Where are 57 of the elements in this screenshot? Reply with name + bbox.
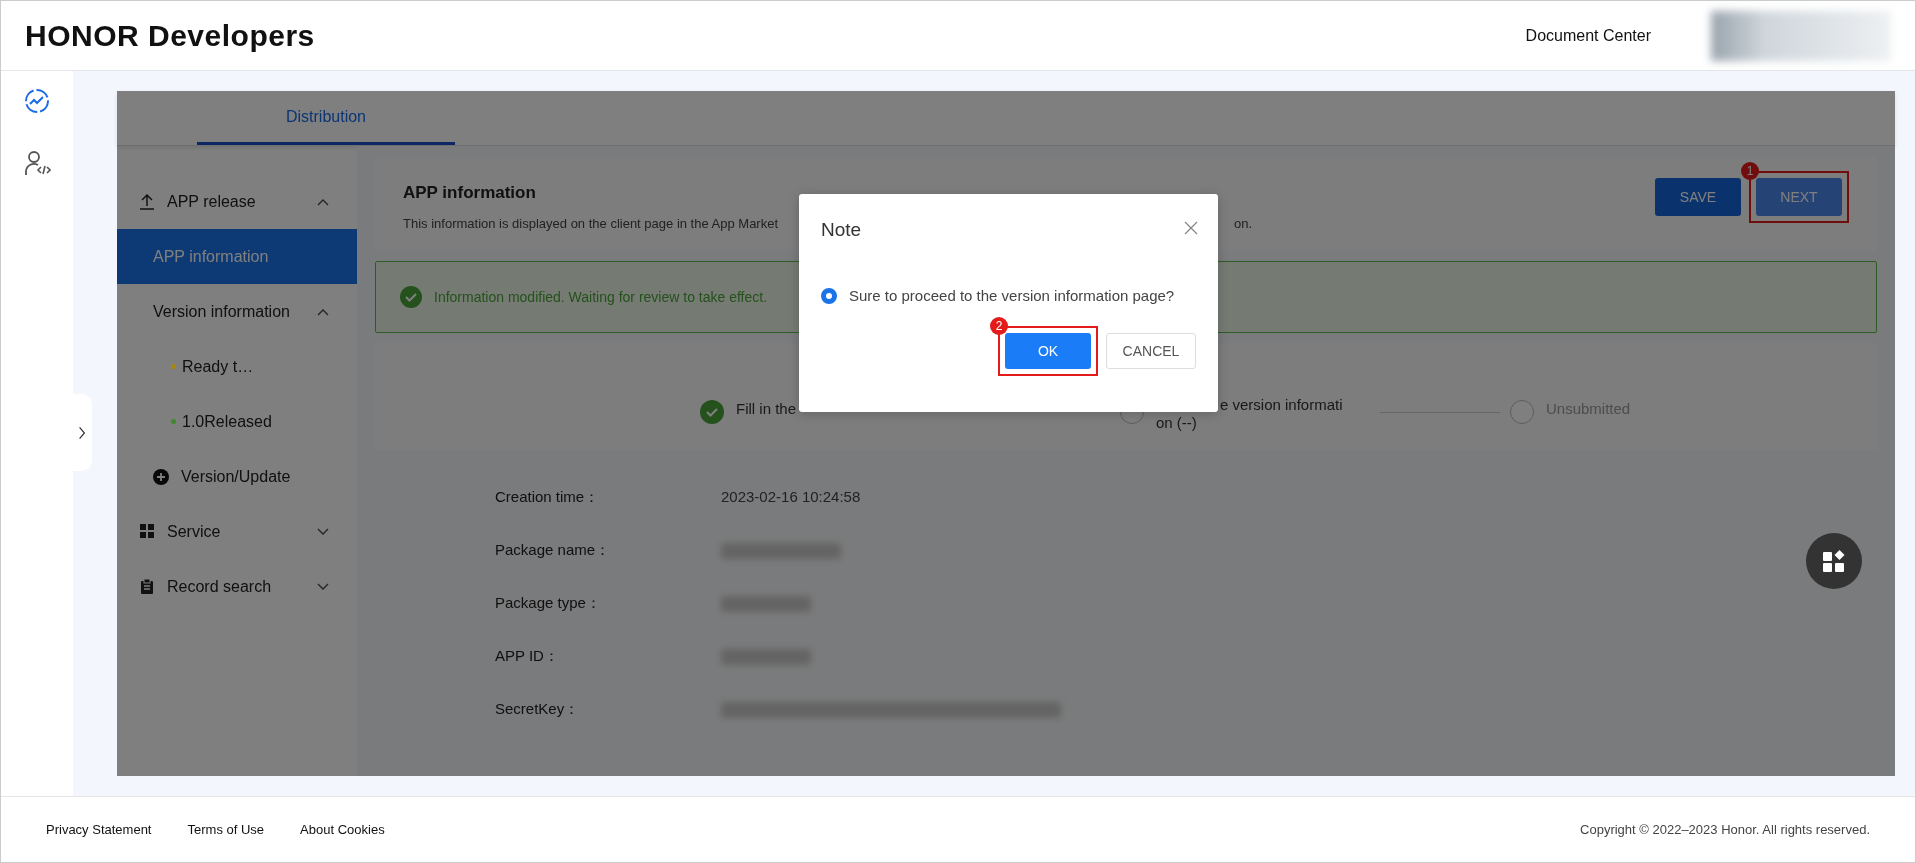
close-icon — [1184, 221, 1198, 236]
field-label: Creation time： — [495, 487, 601, 508]
grid-icon — [139, 523, 155, 540]
logo: HONOR Developers — [25, 18, 315, 54]
callout-number: 1 — [1741, 162, 1759, 180]
menu-group[interactable]: Version information — [117, 284, 357, 339]
menu-label: 1.0Released — [182, 411, 272, 432]
dialog-title: Note — [821, 218, 862, 242]
upload-icon — [139, 193, 155, 210]
menu-label: Ready t… — [182, 356, 254, 377]
field-label: Package type： — [495, 593, 602, 614]
menu-group[interactable]: APP release — [117, 174, 357, 229]
caret-down-icon — [317, 527, 329, 536]
ok-button[interactable]: OK — [1005, 333, 1091, 369]
radio-label: Sure to proceed to the version information page? — [849, 285, 1175, 306]
person-code-icon[interactable] — [23, 149, 51, 177]
alert-message: Information modified. Waiting for review to take effect. — [434, 287, 768, 307]
menu-label: Service — [167, 521, 221, 542]
menu-label: Record search — [167, 576, 272, 597]
plus-circle-icon — [153, 468, 169, 485]
chart-icon[interactable] — [23, 87, 51, 115]
description-text: This information is displayed on the client page in the App Market — [403, 214, 779, 233]
footer-link[interactable]: Terms of Use — [187, 819, 265, 840]
menu-label: Version information — [153, 301, 290, 322]
footer-link[interactable]: Privacy Statement — [46, 819, 152, 840]
field-value: 2023-02-16 10:24:58 — [721, 487, 861, 508]
clipboard-icon — [139, 578, 155, 595]
apps-icon — [1822, 549, 1846, 573]
menu-group[interactable]: Record search — [117, 559, 357, 614]
step-label: e version informati on (--) — [1156, 396, 1343, 432]
menu-group[interactable]: Service — [117, 504, 357, 559]
menu-label: Version/Update — [181, 466, 291, 487]
caret-down-icon — [317, 582, 329, 591]
save-button[interactable]: SAVE — [1655, 178, 1741, 216]
cancel-button[interactable]: CANCEL — [1106, 333, 1196, 369]
field-label: Package name： — [495, 540, 612, 561]
version-item[interactable]: Ready t… — [117, 339, 357, 394]
page-title: APP information — [403, 182, 537, 204]
nav-link[interactable]: Document Center — [1525, 23, 1651, 48]
copyright-text: Copyright © 2022–2023 Honor. All rights reserved. — [1580, 820, 1870, 839]
menu-item[interactable]: APP information — [117, 229, 357, 284]
description-text: on. — [1234, 214, 1253, 233]
footer-link[interactable]: About Cookies — [300, 819, 385, 840]
next-button[interactable]: NEXT — [1756, 178, 1842, 216]
menu-label: APP release — [167, 191, 256, 212]
field-label: SecretKey： — [495, 699, 581, 720]
expand-handle[interactable] — [72, 394, 92, 471]
field-label: APP ID： — [495, 646, 560, 667]
menu-action[interactable]: Version/Update — [117, 449, 357, 504]
caret-up-icon — [317, 307, 329, 316]
caret-up-icon — [317, 197, 329, 206]
version-item[interactable]: 1.0Released — [117, 394, 357, 449]
step-label: Fill in the — [736, 400, 797, 418]
chevron-right-icon — [78, 424, 86, 441]
check-circle-icon — [400, 286, 422, 308]
radio-button[interactable] — [821, 287, 837, 304]
callout-number: 2 — [990, 317, 1008, 335]
